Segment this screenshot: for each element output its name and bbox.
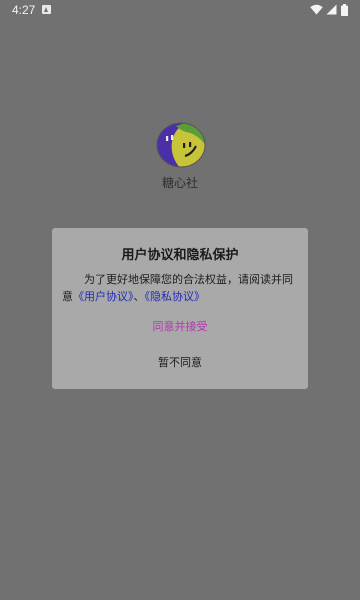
notification-icon [42,5,51,14]
accept-button[interactable]: 同意并接受 [52,316,308,338]
battery-icon [341,4,348,16]
status-time: 4:27 [12,3,36,17]
link-separator: 、 [133,290,145,303]
dialog-body: 为了更好地保障您的合法权益，请阅读并同意《用户协议》、《隐私协议》 [62,271,300,305]
app-name: 糖心社 [161,176,198,190]
dialog-title: 用户协议和隐私保护 [121,248,239,263]
agreement-dialog: 用户协议和隐私保护 为了更好地保障您的合法权益，请阅读并同意《用户协议》、《隐私… [52,228,308,389]
decline-button[interactable]: 暂不同意 [52,352,308,374]
wifi-icon [310,4,323,15]
cell-signal-icon [326,4,337,15]
user-agreement-link[interactable]: 《用户协议》 [73,290,134,303]
smiley-face-logo [156,122,206,168]
status-bar: 4:27 [0,0,360,20]
privacy-policy-link[interactable]: 《隐私协议》 [145,290,206,303]
